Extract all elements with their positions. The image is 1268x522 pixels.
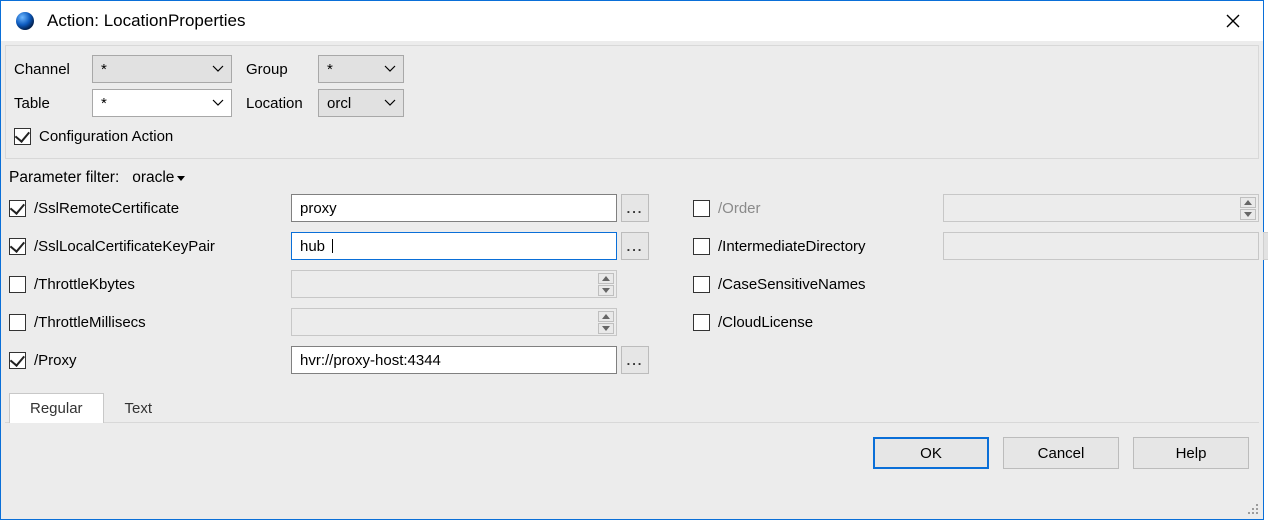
param-filter: Parameter filter: oracle [5,163,1259,189]
chevron-down-icon [209,65,227,73]
proxy-label: /Proxy [34,352,77,369]
browse-button: ... [1263,232,1268,260]
scope-group: Channel * Group * Table * Location [5,45,1259,159]
spin-up-icon [1240,197,1256,208]
spin-down-icon [1240,209,1256,220]
cancel-button[interactable]: Cancel [1003,437,1119,469]
table-combo[interactable]: * [92,89,232,117]
throttle_millisecs-row: /ThrottleMillisecs [9,314,287,331]
intermediate_dir-input [943,232,1259,260]
ssl_remote_cert-checkbox[interactable] [9,200,26,217]
throttle_kbytes-row: /ThrottleKbytes [9,276,287,293]
ssl_local_keypair-label: /SslLocalCertificateKeyPair [34,238,215,255]
param-filter-value[interactable]: oracle [132,169,174,186]
number-spinner [291,270,617,298]
chevron-down-icon [381,65,399,73]
config-action-row: Configuration Action [14,122,1250,150]
ssl_remote_cert-input[interactable]: proxy [291,194,617,222]
spin-down-icon [598,285,614,296]
help-button[interactable]: Help [1133,437,1249,469]
app-icon [15,11,35,31]
intermediate_dir-row: /IntermediateDirectory [693,238,939,255]
input-value: hvr://proxy-host:4344 [300,352,441,369]
dialog-footer: OK Cancel Help [5,423,1259,471]
param-filter-label: Parameter filter: [9,169,119,186]
channel-combo[interactable]: * [92,55,232,83]
input-value: proxy [300,200,337,217]
cloud_license-checkbox[interactable] [693,314,710,331]
channel-value: * [101,61,209,78]
chevron-down-icon [209,99,227,107]
location-combo[interactable]: orcl [318,89,404,117]
browse-button[interactable]: ... [621,346,649,374]
titlebar: Action: LocationProperties [1,1,1263,41]
throttle_millisecs-label: /ThrottleMillisecs [34,314,146,331]
group-label: Group [238,61,312,78]
order-checkbox[interactable] [693,200,710,217]
channel-label: Channel [14,61,86,78]
order-row: /Order [693,200,939,217]
throttle_kbytes-checkbox[interactable] [9,276,26,293]
scope-row-1: Channel * Group * [14,52,1250,86]
window-title: Action: LocationProperties [47,11,245,31]
order-label: /Order [718,200,761,217]
ssl_local_keypair-input[interactable]: hub [291,232,617,260]
dialog-window: Action: LocationProperties Channel * Gro… [0,0,1264,520]
case_sensitive-label: /CaseSensitiveNames [718,276,866,293]
case_sensitive-checkbox[interactable] [693,276,710,293]
case_sensitive-row: /CaseSensitiveNames [693,276,939,293]
chevron-down-icon [381,99,399,107]
ssl_local_keypair-row: /SslLocalCertificateKeyPair [9,238,287,255]
tab-bar: RegularText [5,387,1259,423]
browse-button[interactable]: ... [621,232,649,260]
cloud_license-row: /CloudLicense [693,314,939,331]
parameter-grid: /SslRemoteCertificate proxy ... /Order /… [5,189,1259,379]
intermediate_dir-checkbox[interactable] [693,238,710,255]
spin-up-icon [598,311,614,322]
number-spinner [943,194,1259,222]
location-value: orcl [327,95,381,112]
cloud_license-label: /CloudLicense [718,314,813,331]
number-spinner [291,308,617,336]
close-button[interactable] [1213,7,1253,35]
scope-row-2: Table * Location orcl [14,86,1250,120]
proxy-input[interactable]: hvr://proxy-host:4344 [291,346,617,374]
throttle_kbytes-label: /ThrottleKbytes [34,276,135,293]
intermediate_dir-label: /IntermediateDirectory [718,238,866,255]
ssl_remote_cert-row: /SslRemoteCertificate [9,200,287,217]
dialog-body: Channel * Group * Table * Location [1,41,1263,519]
spin-up-icon [598,273,614,284]
throttle_millisecs-checkbox[interactable] [9,314,26,331]
proxy-row: /Proxy [9,352,287,369]
ssl_remote_cert-label: /SslRemoteCertificate [34,200,179,217]
group-combo[interactable]: * [318,55,404,83]
browse-button[interactable]: ... [621,194,649,222]
table-value: * [101,95,209,112]
ok-button[interactable]: OK [873,437,989,469]
group-value: * [327,61,381,78]
spin-down-icon [598,323,614,334]
table-label: Table [14,95,86,112]
input-value: hub [300,238,325,255]
location-label: Location [238,95,312,112]
tab-regular[interactable]: Regular [9,393,104,423]
config-action-checkbox[interactable] [14,128,31,145]
resize-grip-icon[interactable] [1246,502,1260,516]
ssl_local_keypair-checkbox[interactable] [9,238,26,255]
chevron-down-icon [177,169,185,187]
tab-text[interactable]: Text [104,393,174,423]
proxy-checkbox[interactable] [9,352,26,369]
config-action-label: Configuration Action [39,128,173,145]
